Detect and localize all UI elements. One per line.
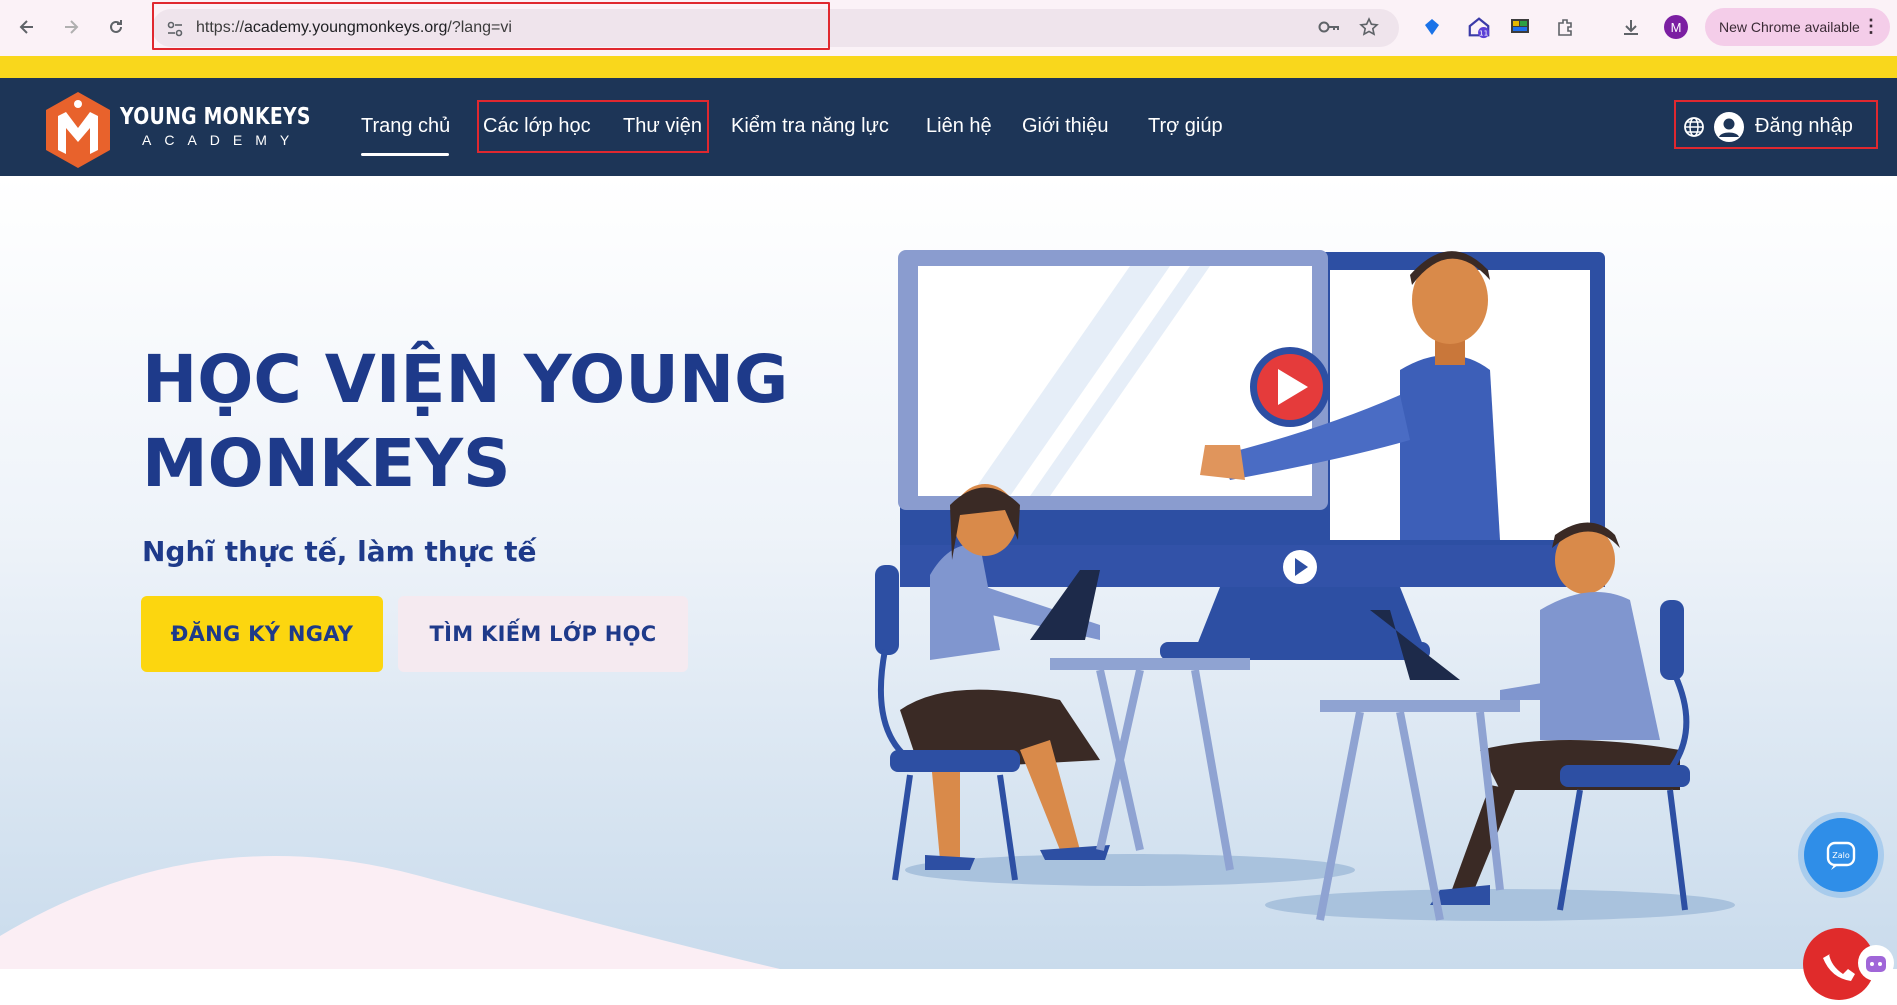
- address-bar-highlight: [152, 2, 830, 50]
- login-highlight-box: [1674, 100, 1878, 149]
- hero-title-line1: HỌC VIỆN YOUNG: [142, 341, 789, 418]
- back-icon[interactable]: [14, 14, 40, 40]
- logo-line2: ACADEMY: [142, 132, 303, 148]
- find-class-button[interactable]: TÌM KIẾM LỚP HỌC: [398, 596, 688, 672]
- register-now-button[interactable]: ĐĂNG KÝ NGAY: [141, 596, 383, 672]
- announcement-strip: [0, 56, 1897, 78]
- floor-shadow-right: [1265, 889, 1735, 921]
- zalo-chat-button[interactable]: Zalo: [1804, 818, 1878, 892]
- hero-title: HỌC VIỆN YOUNG MONKEYS: [142, 338, 788, 506]
- teacher-figure: [1400, 355, 1500, 540]
- hero-title-line2: MONKEYS: [142, 425, 511, 502]
- logo-line1: YOUNG MONKEYS: [120, 104, 311, 130]
- key-icon[interactable]: [1317, 15, 1341, 39]
- active-nav-underline: [361, 153, 449, 156]
- star-icon[interactable]: [1357, 15, 1381, 39]
- site-logo[interactable]: [44, 90, 112, 170]
- extension-screen-icon[interactable]: [1508, 15, 1532, 39]
- zalo-icon: Zalo: [1826, 841, 1856, 870]
- extension-blue-icon[interactable]: [1420, 15, 1444, 39]
- extension-house-icon[interactable]: 11: [1467, 15, 1491, 39]
- profile-avatar[interactable]: M: [1664, 15, 1688, 39]
- download-icon[interactable]: [1619, 15, 1643, 39]
- nav-kiem-tra-nang-luc[interactable]: Kiểm tra năng lực: [731, 115, 889, 138]
- nav-lien-he[interactable]: Liên hệ: [926, 115, 992, 138]
- browser-menu-icon[interactable]: ⋮: [1862, 16, 1880, 37]
- update-label: New Chrome available: [1719, 19, 1860, 35]
- online-class-illustration: [875, 250, 1735, 921]
- forward-icon[interactable]: [58, 14, 84, 40]
- chrome-update-button[interactable]: New Chrome available ⋮: [1705, 8, 1890, 46]
- nav-trang-chu[interactable]: Trang chủ: [361, 115, 450, 138]
- nav-highlight-box: [477, 100, 709, 153]
- chatbot-icon[interactable]: [1858, 945, 1894, 981]
- browser-toolbar: https://academy.youngmonkeys.org/?lang=v…: [0, 0, 1897, 56]
- extension-icon[interactable]: [1553, 15, 1577, 39]
- logo-wordmark[interactable]: YOUNG MONKEYS ACADEMY: [120, 104, 353, 148]
- svg-text:11: 11: [1479, 28, 1489, 37]
- nav-tro-giup[interactable]: Trợ giúp: [1148, 115, 1223, 138]
- hero-subtitle: Nghĩ thực tế, làm thực tế: [142, 535, 537, 568]
- svg-text:Zalo: Zalo: [1832, 851, 1850, 860]
- nav-gioi-thieu[interactable]: Giới thiệu: [1022, 115, 1108, 138]
- monkey-logo-icon: [46, 92, 110, 168]
- reload-icon[interactable]: [103, 14, 129, 40]
